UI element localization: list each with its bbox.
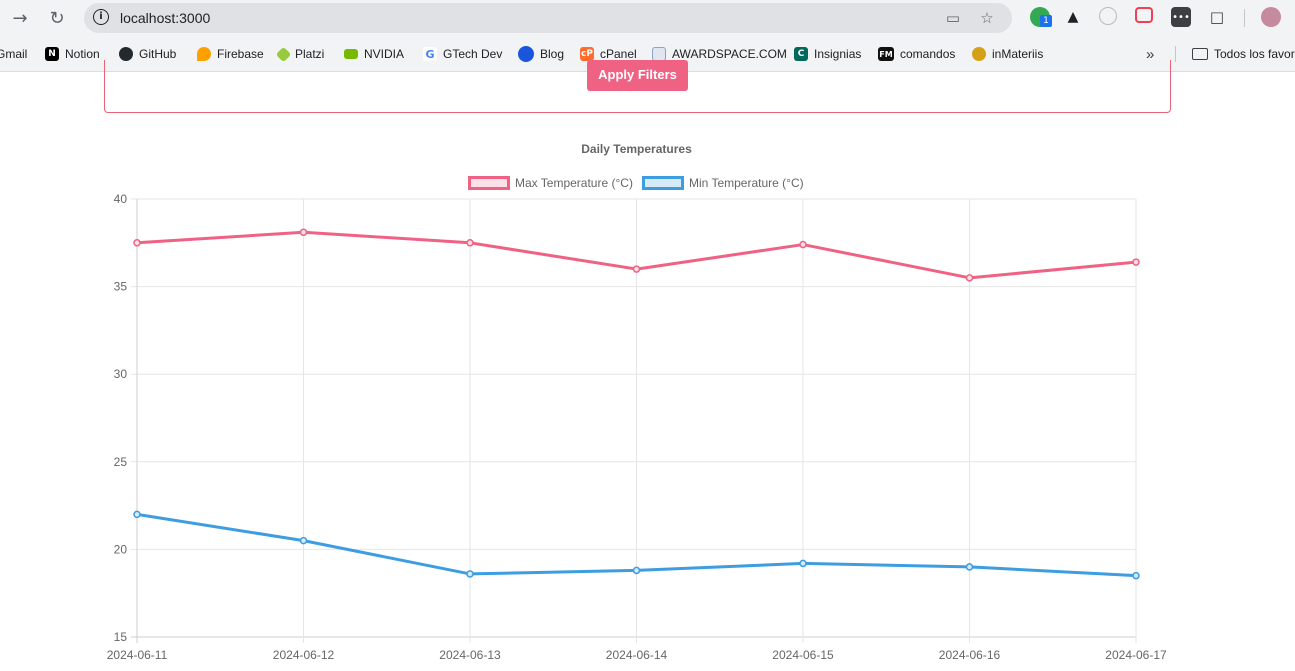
data-point bbox=[299, 536, 308, 545]
legend-swatch-max bbox=[468, 176, 510, 190]
bookmark-gmail[interactable]: Gmail bbox=[0, 45, 27, 63]
angular-extension-icon[interactable]: ▲ bbox=[1063, 7, 1083, 27]
data-point bbox=[133, 239, 141, 247]
site-info-icon[interactable]: i bbox=[93, 9, 109, 25]
y-tick-label: 25 bbox=[114, 455, 128, 469]
url-text[interactable]: localhost:3000 bbox=[120, 10, 210, 26]
insignias-icon: C bbox=[794, 47, 808, 61]
forward-icon[interactable]: → bbox=[7, 5, 33, 31]
x-tick-label: 2024-06-14 bbox=[606, 648, 668, 662]
inmateriis-icon bbox=[972, 47, 986, 61]
y-tick-label: 40 bbox=[114, 192, 128, 206]
fm-icon: FM bbox=[878, 47, 894, 61]
extension-badge: 1 bbox=[1040, 15, 1052, 27]
folder-icon bbox=[1192, 48, 1208, 60]
y-tick-label: 30 bbox=[114, 367, 128, 381]
extensions-puzzle-icon[interactable]: □ bbox=[1207, 7, 1227, 27]
series-line-1 bbox=[136, 512, 1137, 578]
y-tick-label: 35 bbox=[114, 280, 128, 294]
y-tick-label: 15 bbox=[114, 630, 128, 644]
data-point bbox=[799, 240, 807, 249]
toolbar-divider bbox=[1244, 9, 1245, 27]
apply-filters-button[interactable]: Apply Filters bbox=[587, 60, 688, 91]
firebase-icon bbox=[197, 47, 211, 61]
data-point bbox=[965, 563, 974, 571]
bookmark-folder-all[interactable]: Todos los favor bbox=[1192, 45, 1295, 63]
install-app-icon[interactable]: ▭ bbox=[944, 9, 962, 27]
data-point bbox=[133, 510, 141, 519]
x-tick-label: 2024-06-17 bbox=[1105, 648, 1167, 662]
data-point bbox=[466, 570, 474, 578]
data-point bbox=[799, 559, 807, 568]
x-tick-label: 2024-06-13 bbox=[439, 648, 501, 662]
data-point bbox=[1132, 571, 1140, 580]
x-tick-label: 2024-06-16 bbox=[939, 648, 1001, 662]
data-point bbox=[632, 265, 641, 273]
google-icon: G bbox=[423, 47, 437, 61]
legend-min[interactable]: Min Temperature (°C) bbox=[642, 175, 804, 191]
cpanel-icon: cP bbox=[580, 47, 594, 61]
bookmarks-divider bbox=[1175, 46, 1176, 62]
dots-extension-icon[interactable]: ••• bbox=[1171, 7, 1191, 27]
y-tick-label: 20 bbox=[114, 542, 128, 556]
x-tick-label: 2024-06-15 bbox=[772, 648, 834, 662]
github-icon bbox=[119, 47, 133, 61]
reload-icon[interactable]: ↻ bbox=[44, 5, 70, 31]
bookmark-notion[interactable]: N Notion bbox=[45, 45, 100, 63]
extension-circle-icon[interactable] bbox=[1099, 7, 1117, 25]
legend-max[interactable]: Max Temperature (°C) bbox=[468, 175, 633, 191]
profile-avatar-icon[interactable] bbox=[1261, 7, 1281, 27]
nvidia-icon bbox=[344, 49, 358, 59]
browser-toolbar: → ↻ i localhost:3000 ▭ ☆ 1 ▲ ••• □ bbox=[0, 0, 1295, 36]
x-tick-label: 2024-06-11 bbox=[107, 648, 168, 662]
series-line-0 bbox=[136, 230, 1137, 280]
data-point bbox=[1132, 258, 1140, 266]
data-point bbox=[466, 239, 474, 247]
legend-label-min: Min Temperature (°C) bbox=[689, 176, 804, 190]
data-point bbox=[632, 566, 641, 575]
pocket-icon[interactable] bbox=[1135, 7, 1153, 23]
legend-label-max: Max Temperature (°C) bbox=[515, 176, 633, 190]
data-point bbox=[965, 274, 974, 282]
extension-globe-icon[interactable]: 1 bbox=[1030, 7, 1052, 27]
chart-title: Daily Temperatures bbox=[581, 142, 692, 156]
bookmark-star-icon[interactable]: ☆ bbox=[978, 9, 996, 27]
data-point bbox=[299, 228, 308, 237]
x-tick-label: 2024-06-12 bbox=[273, 648, 335, 662]
awardspace-icon bbox=[652, 47, 666, 61]
legend-swatch-min bbox=[642, 176, 684, 190]
address-bar[interactable]: i localhost:3000 ▭ ☆ bbox=[84, 3, 1012, 33]
notion-icon: N bbox=[45, 47, 59, 61]
